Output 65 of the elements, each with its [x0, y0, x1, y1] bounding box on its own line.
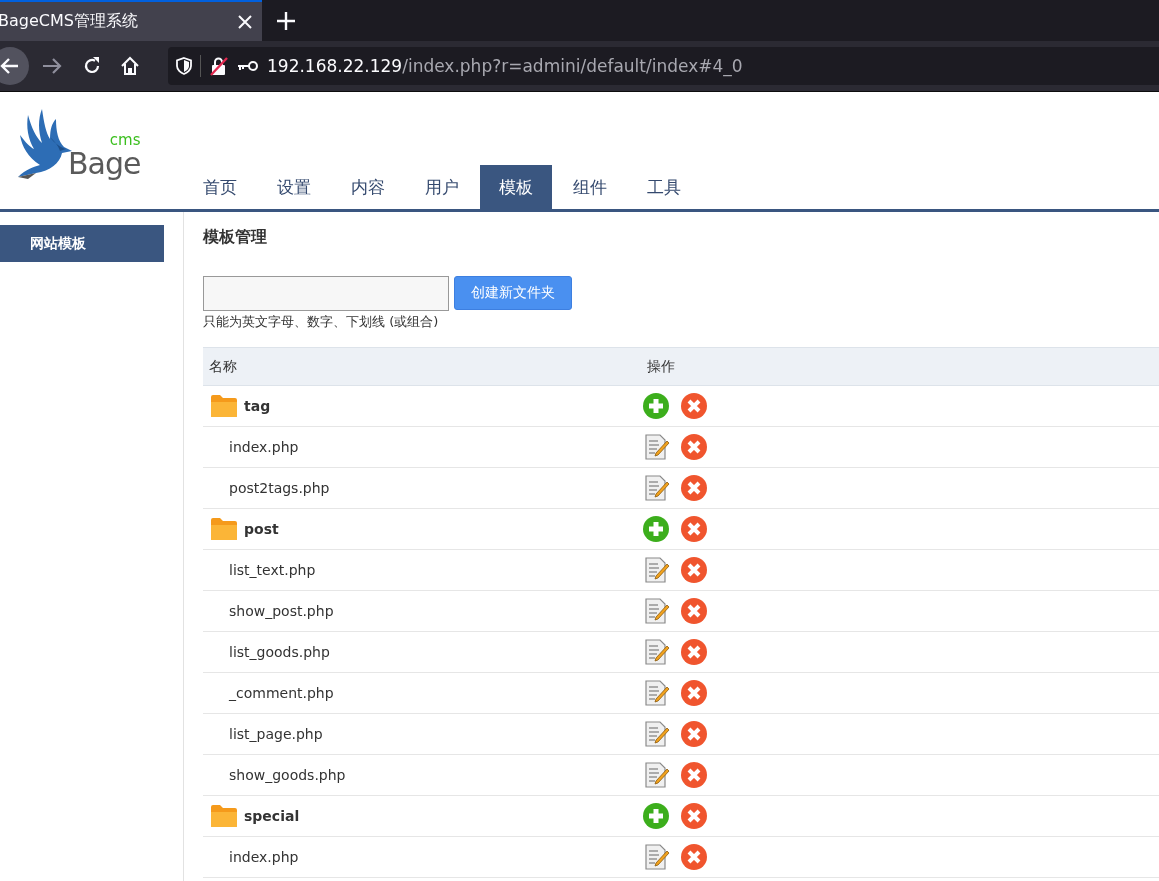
input-hint: 只能为英文字母、数字、下划线 (或组合) — [203, 313, 440, 331]
new-tab-icon[interactable] — [277, 11, 295, 30]
folder-name: tag — [244, 398, 271, 414]
delete-icon[interactable] — [680, 761, 708, 789]
close-icon[interactable] — [238, 14, 252, 29]
insecure-lock-icon[interactable] — [209, 56, 229, 76]
file-name: index.php — [229, 849, 299, 865]
edit-icon[interactable] — [644, 474, 670, 502]
edit-icon[interactable] — [644, 556, 670, 584]
edit-icon[interactable] — [644, 679, 670, 707]
folder-icon — [210, 517, 238, 541]
nav-tab[interactable]: 设置 — [258, 165, 330, 209]
file-name: post2tags.php — [229, 480, 330, 496]
delete-icon[interactable] — [680, 392, 708, 420]
edit-icon[interactable] — [644, 761, 670, 789]
address-bar[interactable]: 192.168.22.129/index.php?r=admini/default/index#4_0 — [168, 47, 1159, 85]
file-name: _comment.php — [229, 685, 334, 701]
sidebar-item[interactable]: 网站模板 — [0, 225, 164, 262]
nav-tab[interactable]: 模板 — [480, 165, 552, 209]
delete-icon[interactable] — [680, 433, 708, 461]
logo-text: cms Bage — [68, 135, 141, 179]
edit-icon[interactable] — [644, 433, 670, 461]
file-name: show_goods.php — [229, 767, 346, 783]
nav-tab[interactable]: 组件 — [554, 165, 626, 209]
edit-icon[interactable] — [644, 843, 670, 871]
reload-icon[interactable] — [82, 56, 102, 76]
add-icon[interactable] — [642, 392, 670, 420]
edit-icon[interactable] — [644, 638, 670, 666]
delete-icon[interactable] — [680, 556, 708, 584]
forward-icon[interactable] — [42, 57, 62, 75]
column-header: 操作 — [641, 347, 1159, 386]
column-header: 名称 — [203, 347, 641, 386]
delete-icon[interactable] — [680, 474, 708, 502]
add-icon[interactable] — [642, 802, 670, 830]
file-name: list_text.php — [229, 562, 316, 578]
folder-name: special — [244, 808, 300, 824]
file-name: list_goods.php — [229, 644, 330, 660]
nav-tab[interactable]: 用户 — [406, 165, 478, 209]
delete-icon[interactable] — [680, 802, 708, 830]
delete-icon[interactable] — [680, 843, 708, 871]
nav-tab[interactable]: 内容 — [332, 165, 404, 209]
file-name: show_post.php — [229, 603, 334, 619]
file-name: index.php — [229, 439, 299, 455]
delete-icon[interactable] — [680, 720, 708, 748]
nav-tab[interactable]: 首页 — [184, 165, 256, 209]
page-title: 模板管理 — [203, 227, 268, 248]
url-text[interactable]: 192.168.22.129/index.php?r=admini/default/index#4_0 — [267, 56, 743, 76]
add-icon[interactable] — [642, 515, 670, 543]
back-icon[interactable] — [0, 47, 30, 85]
edit-icon[interactable] — [644, 720, 670, 748]
file-name: list_page.php — [229, 726, 323, 742]
shield-icon[interactable] — [176, 57, 192, 75]
folder-name: post — [244, 521, 279, 537]
delete-icon[interactable] — [680, 638, 708, 666]
delete-icon[interactable] — [680, 597, 708, 625]
delete-icon[interactable] — [680, 515, 708, 543]
browser-tab[interactable]: BageCMS管理系统 — [0, 0, 262, 41]
edit-icon[interactable] — [644, 597, 670, 625]
folder-icon — [210, 804, 238, 828]
key-icon[interactable] — [237, 60, 259, 72]
folder-name-field[interactable] — [203, 276, 449, 311]
folder-icon — [210, 394, 238, 418]
nav-tab[interactable]: 工具 — [628, 165, 700, 209]
delete-icon[interactable] — [680, 679, 708, 707]
home-icon[interactable] — [120, 56, 140, 76]
